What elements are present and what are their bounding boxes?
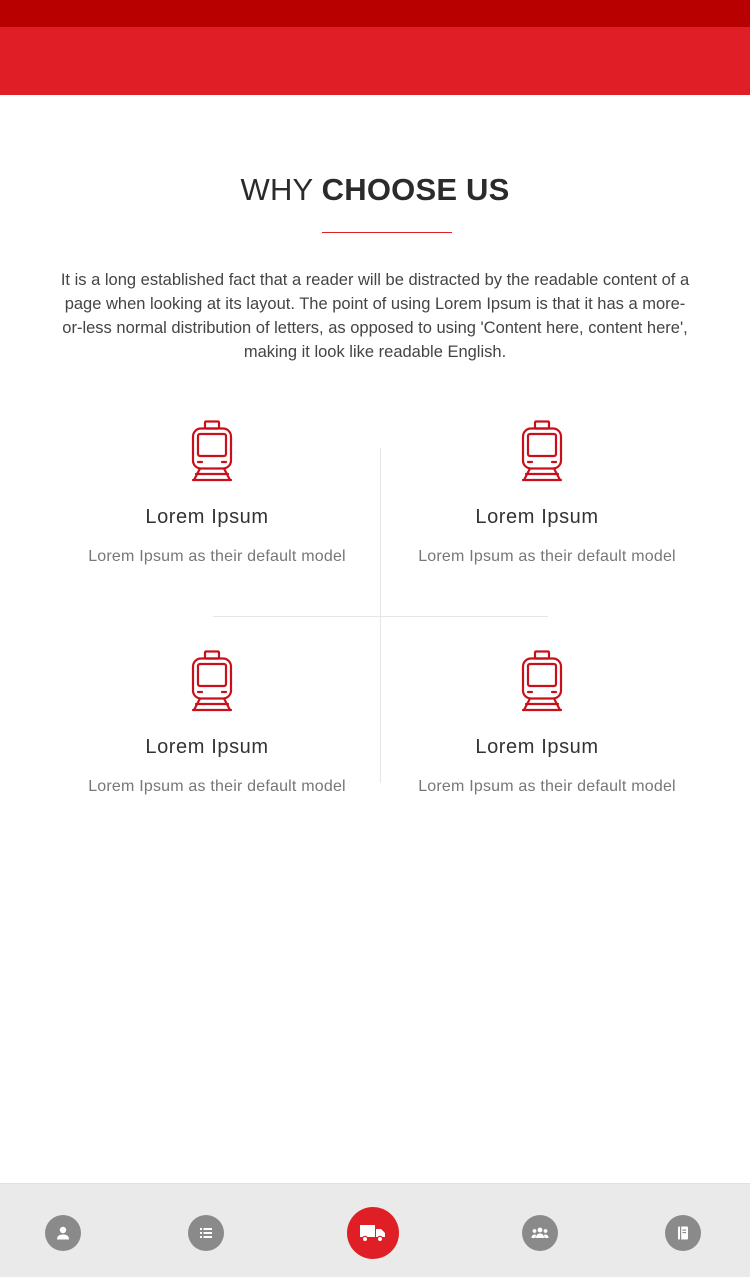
train-icon xyxy=(521,420,563,482)
status-bar xyxy=(0,0,750,27)
train-icon xyxy=(521,650,563,712)
app-bar xyxy=(0,27,750,95)
nav-group-button[interactable] xyxy=(522,1215,558,1251)
feature-title: Lorem Ipsum xyxy=(145,736,269,758)
book-icon xyxy=(678,1226,688,1240)
nav-delivery-button[interactable] xyxy=(347,1207,399,1259)
feature-description: Lorem Ipsum as their default model xyxy=(418,548,676,565)
feature-description: Lorem Ipsum as their default model xyxy=(88,778,346,795)
feature-title: Lorem Ipsum xyxy=(145,506,269,528)
section-title: WHY CHOOSE US xyxy=(0,168,750,212)
feature-title: Lorem Ipsum xyxy=(475,736,599,758)
nav-book-button[interactable] xyxy=(665,1215,701,1251)
feature-card: Lorem Ipsum Lorem Ipsum as their default… xyxy=(382,420,712,590)
bottom-navigation xyxy=(0,1183,750,1277)
section-title-light: WHY xyxy=(240,172,322,207)
truck-icon xyxy=(360,1225,385,1243)
feature-card: Lorem Ipsum Lorem Ipsum as their default… xyxy=(52,420,382,590)
feature-card: Lorem Ipsum Lorem Ipsum as their default… xyxy=(52,650,382,820)
section-intro: It is a long established fact that a rea… xyxy=(60,271,690,361)
feature-title: Lorem Ipsum xyxy=(475,506,599,528)
train-icon xyxy=(191,420,233,482)
section-title-bold: CHOOSE US xyxy=(321,172,510,207)
list-icon xyxy=(200,1228,212,1238)
nav-list-button[interactable] xyxy=(188,1215,224,1251)
title-underline xyxy=(322,232,452,233)
person-icon xyxy=(57,1226,69,1240)
horizontal-divider xyxy=(213,616,548,617)
page: WHY CHOOSE US It is a long established f… xyxy=(0,0,750,1277)
feature-card: Lorem Ipsum Lorem Ipsum as their default… xyxy=(382,650,712,820)
feature-description: Lorem Ipsum as their default model xyxy=(88,548,346,565)
nav-profile-button[interactable] xyxy=(45,1215,81,1251)
train-icon xyxy=(191,650,233,712)
feature-description: Lorem Ipsum as their default model xyxy=(418,778,676,795)
group-icon xyxy=(531,1227,549,1238)
